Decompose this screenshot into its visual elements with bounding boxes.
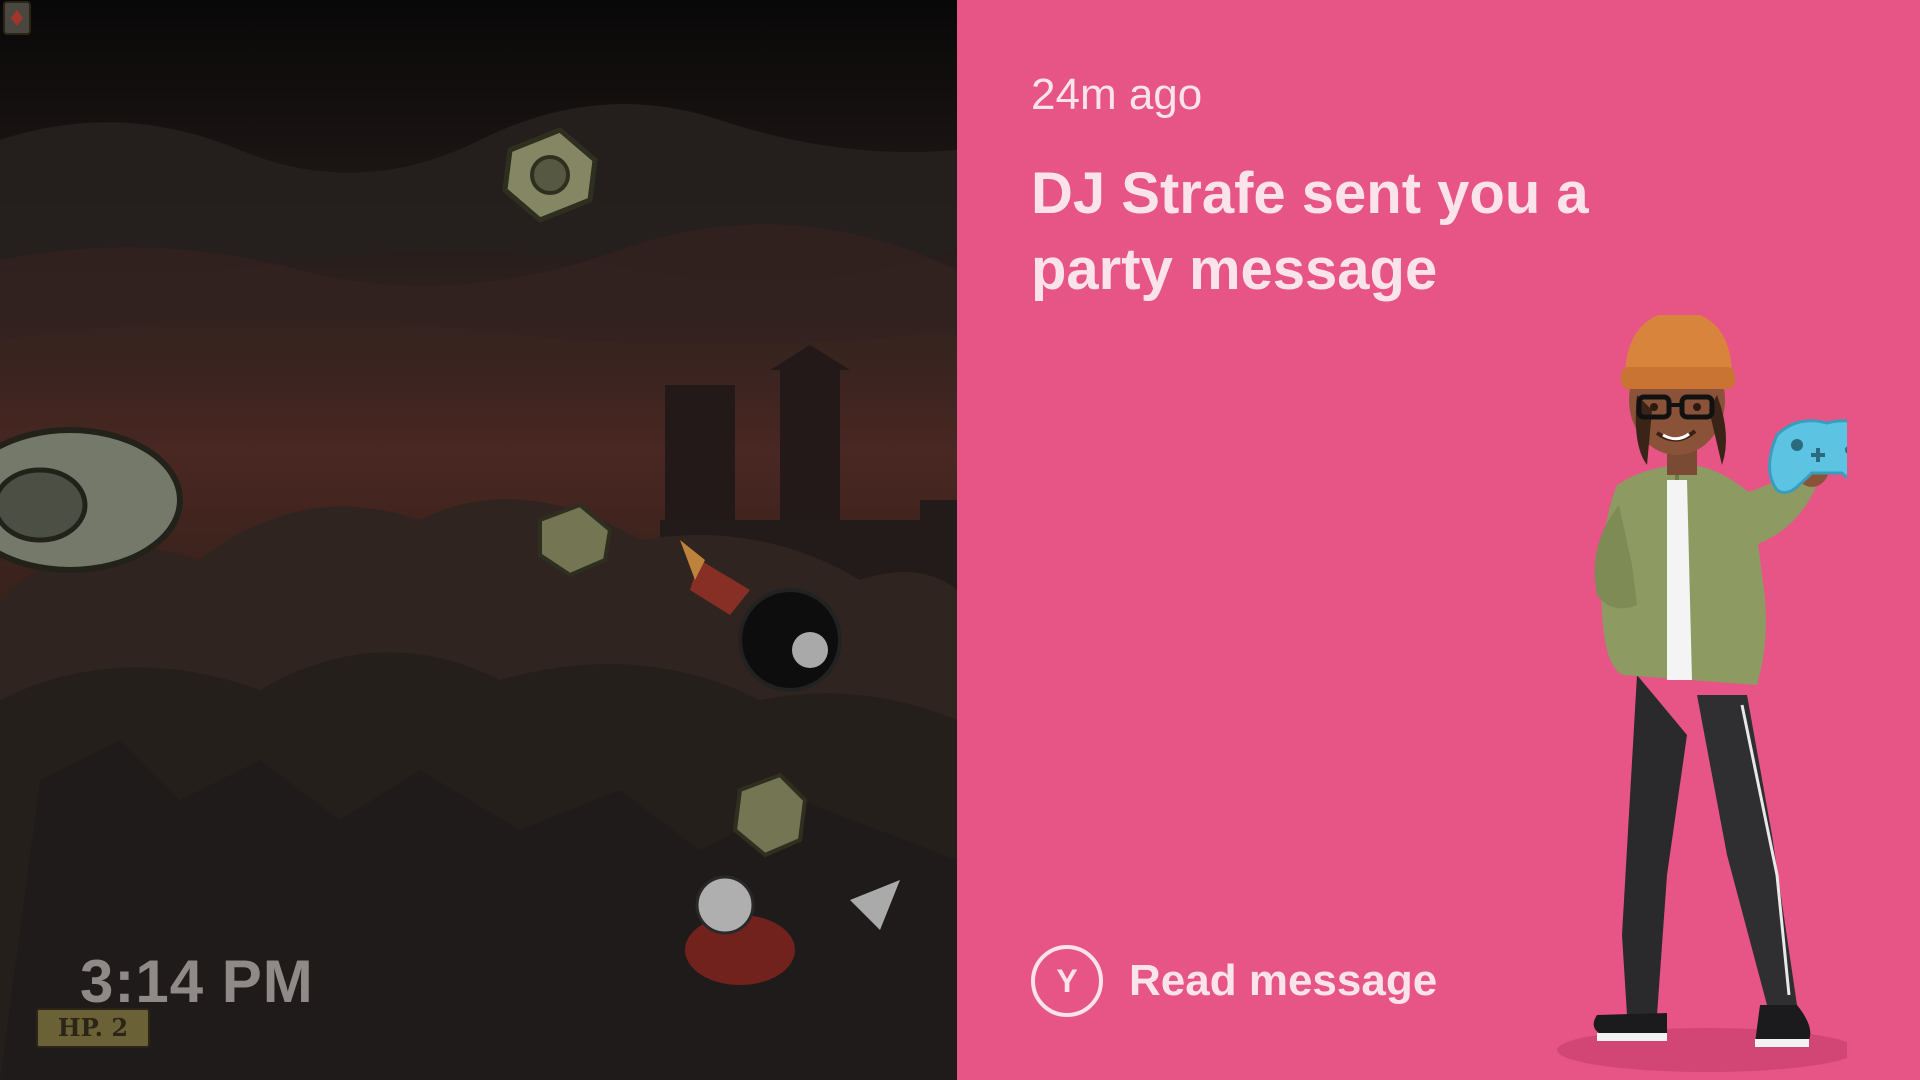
y-button-icon[interactable]: Y [1031,945,1103,1017]
avatar-icon [1557,315,1847,1072]
read-message-label[interactable]: Read message [1129,956,1437,1006]
notification-panel: 24m ago DJ Strafe sent you a party messa… [957,0,1920,1080]
card-icon [3,1,31,35]
read-message-action[interactable]: Y Read message [1031,945,1437,1017]
hp-indicator: HP. 2 [36,1008,150,1048]
dim-overlay [0,0,957,1080]
notification-title: DJ Strafe sent you a party message [1031,161,1589,302]
notification-timestamp: 24m ago [1031,70,1203,119]
clock: 3:14 PM [80,948,314,1015]
game-background: 3:14 PM HP. 2 [0,0,957,1080]
